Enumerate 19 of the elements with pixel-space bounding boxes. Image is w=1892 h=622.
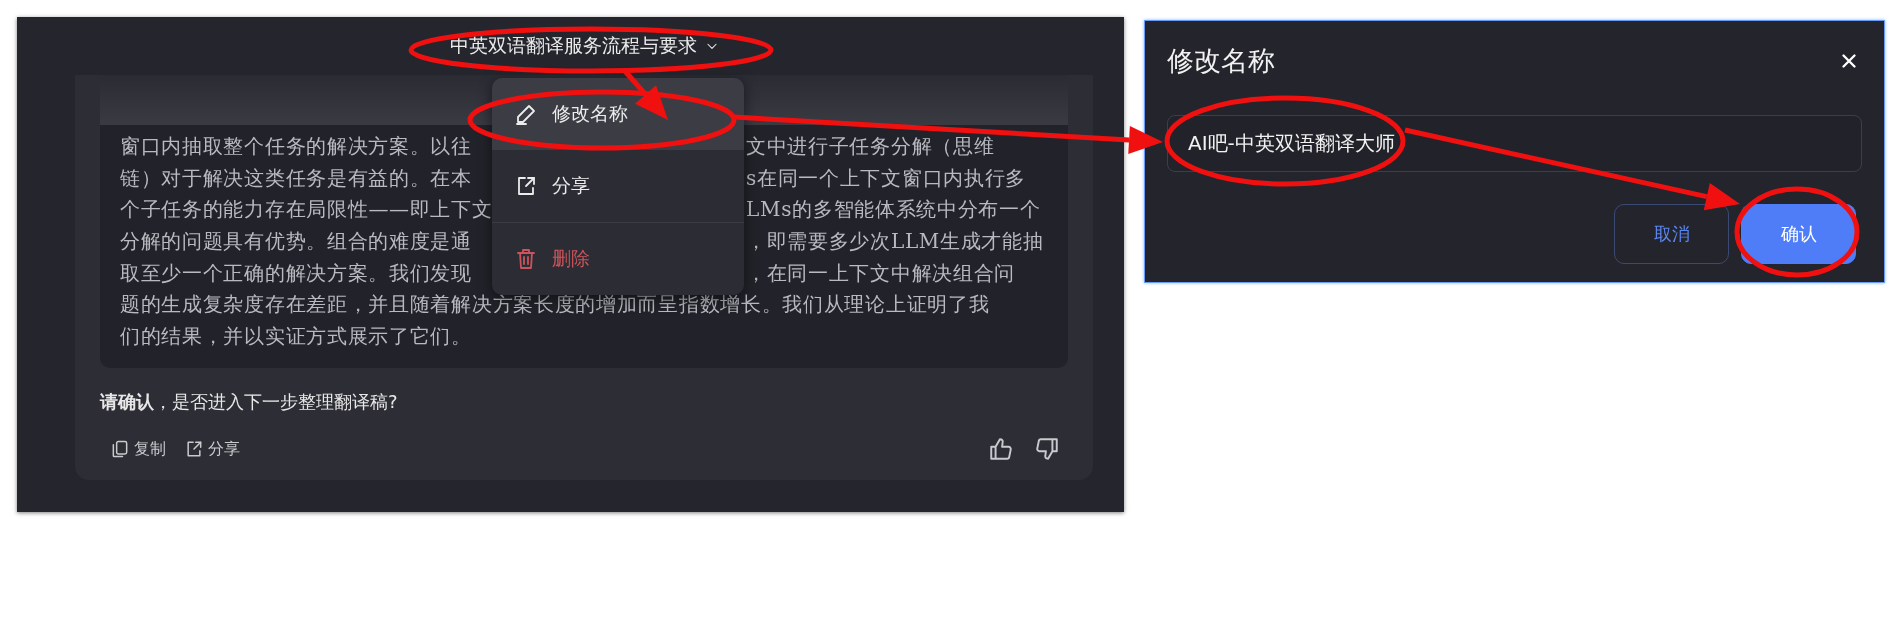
name-input[interactable]: AI吧-中英双语翻译大师	[1167, 115, 1862, 172]
paragraph-text: 链）对于解决这类任务是有益的。在本	[120, 164, 472, 192]
paragraph-text: 们的结果，并以实证方式展示了它们。	[120, 322, 472, 350]
confirm-button[interactable]: 确认	[1741, 204, 1856, 264]
paragraph-text: 个子任务的能力存在局限性——即上下文	[120, 196, 493, 224]
paragraph-text: ，在同一上下文中解决组合问	[746, 259, 1016, 287]
chat-title[interactable]: 中英双语翻译服务流程与要求	[446, 29, 723, 63]
confirm-question: 请确认，是否进入下一步整理翻译稿?	[100, 390, 399, 415]
paragraph-text: 文中进行子任务分解（思维	[746, 133, 995, 161]
dialog-title: 修改名称	[1167, 44, 1275, 78]
paragraph-text: s在同一个上下文窗口内执行多	[746, 164, 1027, 192]
copy-button[interactable]: 复制	[108, 436, 168, 462]
menu-item[interactable]: 分享	[492, 150, 744, 222]
paragraph-text: LMs的多智能体系统中分布一个	[746, 196, 1041, 224]
paragraph-text: ，即需要多少次LLM生成才能抽	[746, 228, 1044, 256]
paragraph-text: 取至少一个正确的解决方案。我们发现	[120, 259, 472, 287]
paragraph-text: 分解的问题具有优势。组合的难度是通	[120, 228, 472, 256]
paragraph-text: 窗口内抽取整个任务的解决方案。以往	[120, 133, 472, 161]
share-button[interactable]: 分享	[182, 436, 242, 462]
